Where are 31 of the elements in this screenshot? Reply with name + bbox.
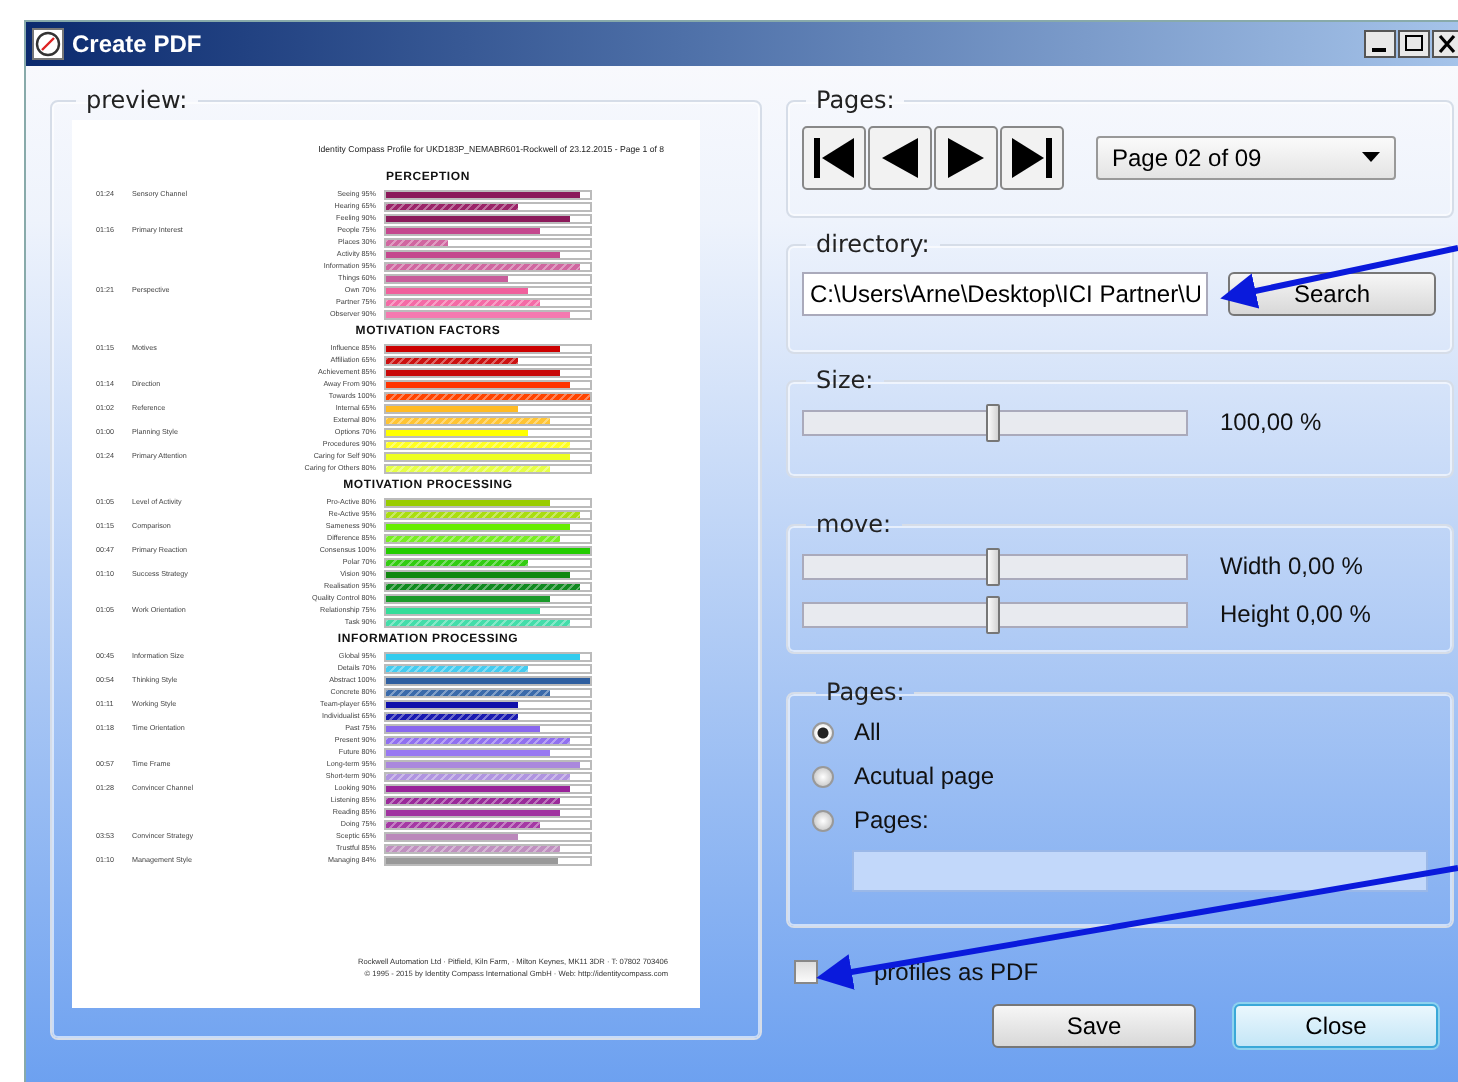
radio-option[interactable]: All bbox=[812, 710, 1438, 754]
app-icon bbox=[32, 28, 64, 60]
group-label: directory: bbox=[814, 230, 932, 258]
next-page-icon[interactable] bbox=[934, 126, 998, 190]
last-page-icon[interactable] bbox=[1000, 126, 1064, 190]
save-button[interactable]: Save bbox=[992, 1004, 1196, 1048]
option-label: All bbox=[854, 718, 881, 746]
group-label: Size: bbox=[814, 366, 876, 394]
checkbox[interactable] bbox=[794, 960, 818, 984]
close-button[interactable]: Close bbox=[1234, 1004, 1438, 1048]
group-label: Pages: bbox=[824, 678, 907, 706]
first-page-icon[interactable] bbox=[802, 126, 866, 190]
close-icon[interactable] bbox=[1432, 30, 1458, 58]
window-title: Create PDF bbox=[72, 30, 202, 58]
group-label: preview: bbox=[84, 86, 190, 114]
option-label: Acutual page bbox=[854, 762, 995, 790]
radio-option[interactable]: Acutual page bbox=[812, 754, 1438, 798]
group-label: Pages: bbox=[814, 86, 897, 114]
offset-value: Width 0,00 % bbox=[1220, 552, 1363, 580]
page-dropdown[interactable]: Page 02 of 09 bbox=[1096, 136, 1396, 180]
pages-field[interactable] bbox=[852, 850, 1428, 892]
offset-value: Height 0,00 % bbox=[1220, 600, 1371, 628]
radio-option[interactable]: Pages: bbox=[812, 798, 1438, 842]
previous-page-icon[interactable] bbox=[868, 126, 932, 190]
minimize-icon[interactable] bbox=[1364, 30, 1396, 58]
directory-field[interactable]: C:\Users\Arne\Desktop\ICI Partner\U bbox=[802, 272, 1208, 316]
maximize-icon[interactable] bbox=[1398, 30, 1430, 58]
caret-icon bbox=[1362, 152, 1380, 164]
size-value: 100,00 % bbox=[1220, 408, 1322, 436]
group-label: move: bbox=[814, 510, 894, 538]
option-label: Pages: bbox=[854, 806, 929, 834]
